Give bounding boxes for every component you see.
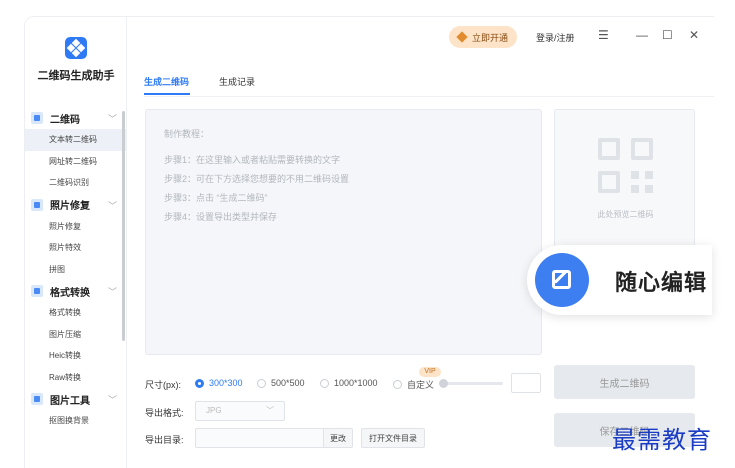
tab-bar: 生成二维码 生成记录: [144, 69, 714, 97]
edit-icon: [535, 253, 589, 307]
tab-generate-qrcode[interactable]: 生成二维码: [144, 75, 189, 88]
tutorial-step: 步骤3：点击 “生成二维码”: [164, 193, 268, 203]
size-option-label: 300*300: [209, 378, 243, 388]
radio-icon: [320, 378, 329, 388]
size-option-custom[interactable]: 自定义: [393, 378, 434, 391]
change-dir-button[interactable]: 更改: [323, 428, 353, 448]
category-label: 图片工具: [50, 395, 90, 407]
vip-tag: VIP: [419, 367, 441, 377]
format-select[interactable]: JPG ﹀: [195, 401, 285, 421]
size-option-label: 500*500: [271, 378, 305, 388]
sidebar-item-raw-convert[interactable]: Raw转换: [25, 367, 127, 389]
sidebar-item-heic-convert[interactable]: Heic转换: [25, 345, 127, 367]
custom-size-input[interactable]: [511, 373, 541, 393]
export-dir-input[interactable]: [195, 428, 325, 448]
size-option-1000[interactable]: 1000*1000: [320, 378, 378, 388]
format-select-value: JPG: [206, 406, 222, 415]
image-tools-category-icon: [31, 393, 43, 405]
chevron-down-icon: ﹀: [107, 114, 117, 124]
app-logo-icon: [65, 37, 87, 59]
tutorial-step: 步骤4：设置导出类型并保存: [164, 212, 278, 222]
size-option-500[interactable]: 500*500: [257, 378, 305, 388]
category-label: 二维码: [50, 114, 80, 126]
size-option-label: 1000*1000: [334, 378, 378, 388]
radio-icon: [393, 380, 402, 389]
radio-icon: [257, 378, 266, 388]
tutorial-title: 制作教程：: [164, 129, 210, 139]
active-tab-indicator: [144, 93, 190, 95]
format-label: 导出格式:: [145, 408, 184, 418]
qrcode-placeholder-icon: [598, 138, 653, 193]
maximize-icon[interactable]: ☐: [662, 28, 673, 42]
qrcode-category-icon: [31, 112, 43, 124]
size-option-300[interactable]: 300*300: [195, 378, 243, 388]
app-title: 二维码生成助手: [37, 70, 115, 82]
radio-selected-icon: [195, 378, 204, 388]
free-edit-badge[interactable]: 随心编辑: [527, 245, 712, 315]
chevron-down-icon: ﹀: [266, 406, 274, 415]
dir-label: 导出目录:: [145, 435, 184, 445]
sidebar-item-collage[interactable]: 拼图: [25, 259, 127, 281]
sidebar-item-url-to-qrcode[interactable]: 网址转二维码: [25, 151, 127, 173]
top-bar: 立即开通 登录/注册 ☰ — ☐ ✕: [128, 17, 714, 57]
free-edit-text: 随心编辑: [615, 270, 708, 295]
menu-icon[interactable]: ☰: [598, 28, 609, 42]
sidebar: 二维码生成助手 二维码 ﹀ 文本转二维码 网址转二维码 二维码识别 照片修复 ﹀…: [25, 17, 127, 468]
vip-activate-button[interactable]: 立即开通: [449, 26, 517, 48]
sidebar-nav: 二维码 ﹀ 文本转二维码 网址转二维码 二维码识别 照片修复 ﹀ 照片修复 照片…: [25, 107, 127, 432]
custom-size-slider-handle[interactable]: [439, 379, 448, 388]
sidebar-item-image-compress[interactable]: 图片压缩: [25, 324, 127, 346]
sidebar-category-image-tools[interactable]: 图片工具 ﹀: [25, 388, 127, 410]
size-label: 尺寸(px):: [145, 380, 182, 390]
sidebar-item-photo-repair[interactable]: 照片修复: [25, 216, 127, 238]
sidebar-item-text-to-qrcode[interactable]: 文本转二维码: [25, 129, 127, 151]
close-icon[interactable]: ✕: [689, 28, 699, 42]
vip-activate-label: 立即开通: [471, 32, 508, 43]
tab-generate-history[interactable]: 生成记录: [219, 75, 255, 88]
sidebar-item-photo-effects[interactable]: 照片特效: [25, 237, 127, 259]
qrcode-text-input[interactable]: 制作教程： 步骤1：在这里输入或者粘贴需要转换的文字 步骤2：可在下方选择您想要…: [145, 109, 542, 355]
photo-repair-category-icon: [31, 198, 43, 211]
size-option-label: 自定义: [407, 380, 435, 390]
chevron-down-icon: ﹀: [107, 200, 117, 211]
chevron-down-icon: ﹀: [107, 287, 117, 297]
login-register-link[interactable]: 登录/注册: [536, 31, 575, 44]
diamond-icon: [456, 31, 468, 43]
custom-size-slider[interactable]: [443, 382, 503, 385]
open-folder-button[interactable]: 打开文件目录: [361, 428, 425, 448]
format-convert-category-icon: [31, 285, 43, 297]
preview-placeholder-text: 此处预览二维码: [597, 210, 654, 219]
sidebar-item-format-convert[interactable]: 格式转换: [25, 302, 127, 324]
sidebar-category-format-convert[interactable]: 格式转换 ﹀: [25, 280, 127, 302]
category-label: 格式转换: [50, 287, 90, 299]
sidebar-category-qrcode[interactable]: 二维码 ﹀: [25, 107, 127, 129]
category-label: 照片修复: [50, 201, 90, 212]
minimize-icon[interactable]: —: [636, 28, 648, 42]
sidebar-item-cutout-background[interactable]: 抠图换背景: [25, 410, 127, 432]
app-window: 二维码生成助手 二维码 ﹀ 文本转二维码 网址转二维码 二维码识别 照片修复 ﹀…: [24, 16, 714, 468]
sidebar-category-photo-repair[interactable]: 照片修复 ﹀: [25, 194, 127, 216]
tutorial-step: 步骤1：在这里输入或者粘贴需要转换的文字: [164, 155, 341, 165]
chevron-down-icon: ﹀: [107, 395, 117, 405]
generate-qrcode-button[interactable]: 生成二维码: [554, 365, 695, 399]
qrcode-preview: 此处预览二维码: [554, 109, 695, 250]
sidebar-scrollbar[interactable]: [122, 111, 125, 341]
tutorial-step: 步骤2：可在下方选择您想要的不用二维码设置: [164, 174, 350, 184]
watermark-text: 最需教育: [612, 426, 712, 454]
sidebar-item-qrcode-recognition[interactable]: 二维码识别: [25, 172, 127, 194]
